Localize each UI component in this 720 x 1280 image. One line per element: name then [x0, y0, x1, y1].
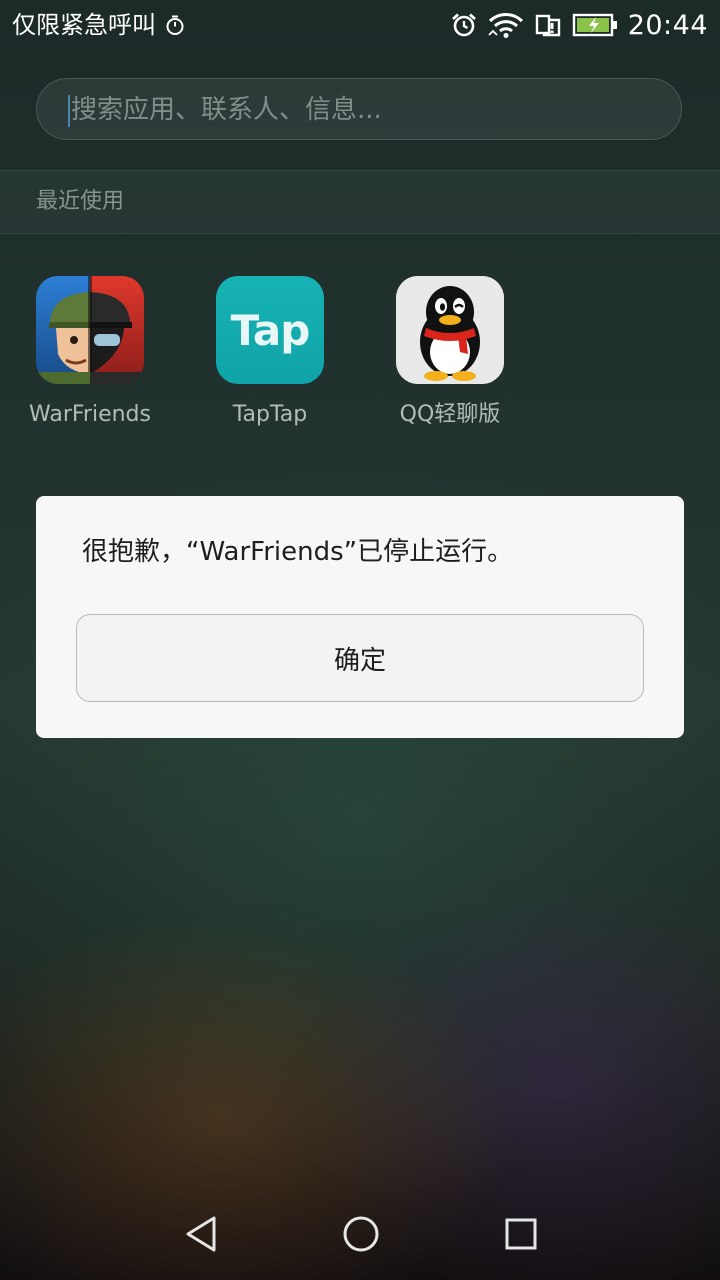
- wifi-icon: [488, 11, 524, 39]
- back-icon[interactable]: [177, 1210, 225, 1258]
- alarm-icon: [450, 11, 478, 39]
- status-right: 20:44: [440, 8, 708, 42]
- stopwatch-icon: [164, 14, 186, 36]
- recent-title: 最近使用: [36, 189, 125, 214]
- recents-icon[interactable]: [497, 1210, 545, 1258]
- app-label: WarFriends: [29, 402, 151, 427]
- search-input[interactable]: 搜索应用、联系人、信息...: [36, 78, 682, 140]
- battery-charging-icon: [572, 11, 618, 39]
- app-label: QQ轻聊版: [399, 402, 501, 427]
- divider: [0, 233, 720, 234]
- text-cursor: [68, 95, 70, 127]
- clock: 20:44: [627, 9, 708, 41]
- app-warfriends[interactable]: WarFriends: [0, 276, 180, 436]
- taptap-logo-text: Tap: [230, 305, 311, 355]
- sim-alert-icon: [534, 11, 562, 39]
- dialog-message: 很抱歉，“WarFriends”已停止运行。: [82, 537, 514, 567]
- status-bar: 仅限紧急呼叫 20:44: [0, 0, 720, 50]
- status-left: 仅限紧急呼叫: [12, 9, 186, 41]
- taptap-app-icon: Tap: [216, 276, 324, 384]
- ok-button[interactable]: 确定: [76, 614, 644, 702]
- search-placeholder: 搜索应用、联系人、信息...: [71, 95, 382, 125]
- app-label: TapTap: [232, 402, 308, 427]
- warfriends-app-icon: [36, 276, 144, 384]
- app-qq[interactable]: QQ轻聊版: [360, 276, 540, 436]
- home-icon[interactable]: [337, 1210, 385, 1258]
- carrier-text: 仅限紧急呼叫: [12, 11, 156, 39]
- navigation-bar: [0, 1184, 720, 1280]
- app-stopped-dialog: 很抱歉，“WarFriends”已停止运行。 确定: [36, 496, 684, 738]
- app-taptap[interactable]: Tap TapTap: [180, 276, 360, 436]
- qq-app-icon: [396, 276, 504, 384]
